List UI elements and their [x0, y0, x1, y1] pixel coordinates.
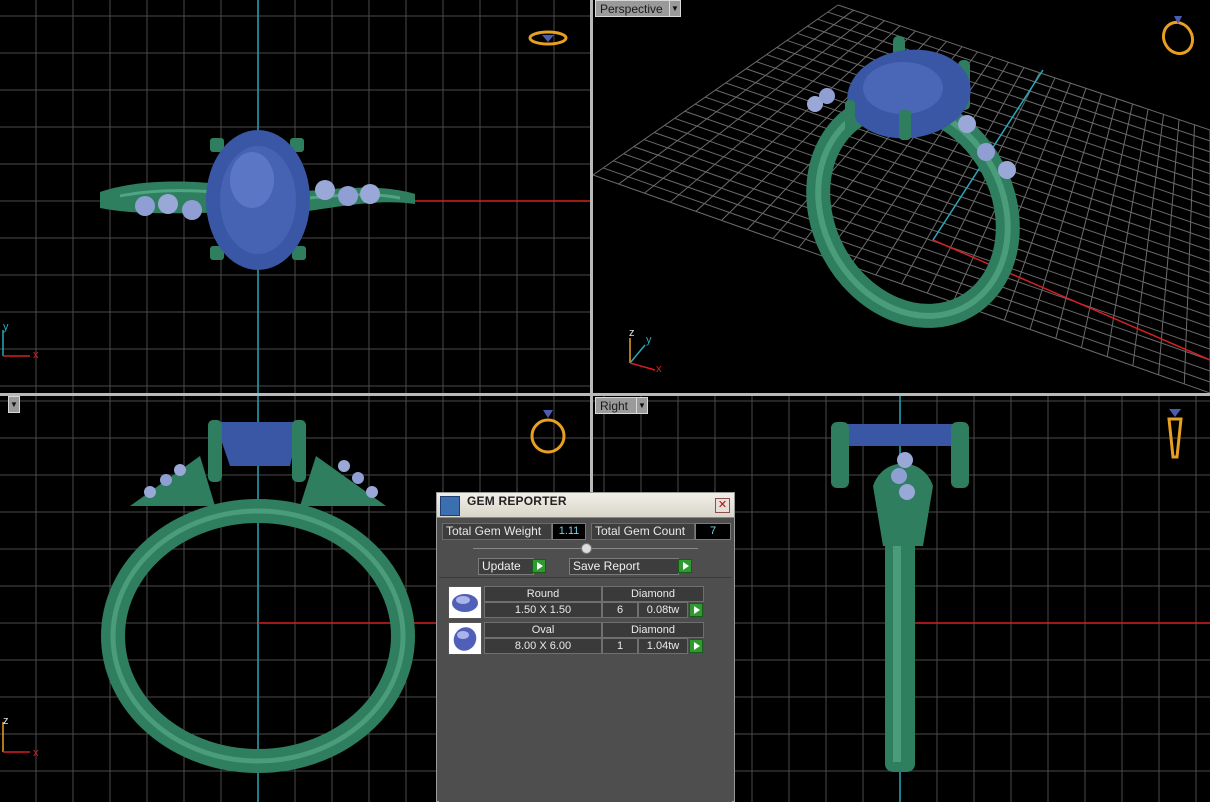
view-orientation-icon — [1167, 409, 1183, 459]
view-orientation-icon — [528, 30, 568, 46]
save-report-go-icon[interactable] — [678, 559, 692, 573]
gem-list: Round Diamond 1.50 X 1.50 6 0.08tw Oval … — [439, 577, 732, 802]
view-orientation-icon — [530, 410, 566, 454]
gem-material: Diamond — [602, 622, 704, 638]
gem-count: 6 — [602, 602, 638, 618]
axis-label-x: x — [656, 363, 662, 375]
chevron-down-icon[interactable]: ▼ — [669, 0, 681, 17]
view-orientation-icon — [1161, 16, 1195, 56]
gem-row-go-icon[interactable] — [689, 603, 703, 617]
viewport-label-perspective[interactable]: Perspective — [595, 0, 671, 17]
gem-size: 8.00 X 6.00 — [484, 638, 602, 654]
gem-material: Diamond — [602, 586, 704, 602]
total-gem-weight-value: 1.11 — [552, 523, 586, 540]
axis-label-y: y — [646, 334, 652, 346]
oval-gem-thumbnail-icon — [448, 622, 482, 655]
axis-label-y: y — [3, 321, 9, 333]
gem-weight: 1.04tw — [638, 638, 688, 654]
chevron-down-icon[interactable]: ▼ — [8, 396, 20, 413]
round-gem-thumbnail-icon — [448, 586, 482, 619]
axis-label-x: x — [33, 349, 39, 361]
viewport-perspective[interactable]: z y x Perspective ▼ — [593, 0, 1210, 393]
collapse-toggle-icon[interactable] — [581, 543, 592, 554]
total-gem-count-value: 7 — [695, 523, 731, 540]
update-button[interactable]: Update — [478, 558, 534, 575]
gem-reporter-titlebar[interactable]: GEM REPORTER ✕ — [437, 493, 734, 518]
total-gem-weight-label: Total Gem Weight — [442, 523, 552, 540]
gem-weight: 0.08tw — [638, 602, 688, 618]
gem-count: 1 — [602, 638, 638, 654]
top-view-canvas: y x — [0, 0, 590, 393]
viewport-divider-horizontal[interactable] — [0, 393, 1210, 396]
perspective-view-canvas: z y x — [593, 4, 1210, 393]
close-icon[interactable]: ✕ — [715, 498, 730, 513]
viewport-label-right[interactable]: Right — [595, 397, 638, 414]
axis-label-z: z — [629, 327, 635, 339]
gem-reporter-logo-icon — [440, 496, 460, 516]
gem-row-oval[interactable]: Oval Diamond 8.00 X 6.00 1 1.04tw — [448, 622, 706, 655]
gem-shape: Oval — [484, 622, 602, 638]
gem-reporter-title: GEM REPORTER — [467, 494, 567, 508]
axis-label-z: z — [3, 715, 9, 727]
gem-row-round[interactable]: Round Diamond 1.50 X 1.50 6 0.08tw — [448, 586, 706, 619]
save-report-button[interactable]: Save Report — [569, 558, 679, 575]
gem-shape: Round — [484, 586, 602, 602]
gem-reporter-panel: GEM REPORTER ✕ Total Gem Weight 1.11 Tot… — [436, 492, 735, 802]
chevron-down-icon[interactable]: ▼ — [636, 397, 648, 414]
total-gem-count-label: Total Gem Count — [591, 523, 695, 540]
update-go-icon[interactable] — [532, 559, 546, 573]
gem-size: 1.50 X 1.50 — [484, 602, 602, 618]
axis-label-x: x — [33, 747, 39, 759]
gem-row-go-icon[interactable] — [689, 639, 703, 653]
viewport-top[interactable]: y x — [0, 0, 590, 393]
